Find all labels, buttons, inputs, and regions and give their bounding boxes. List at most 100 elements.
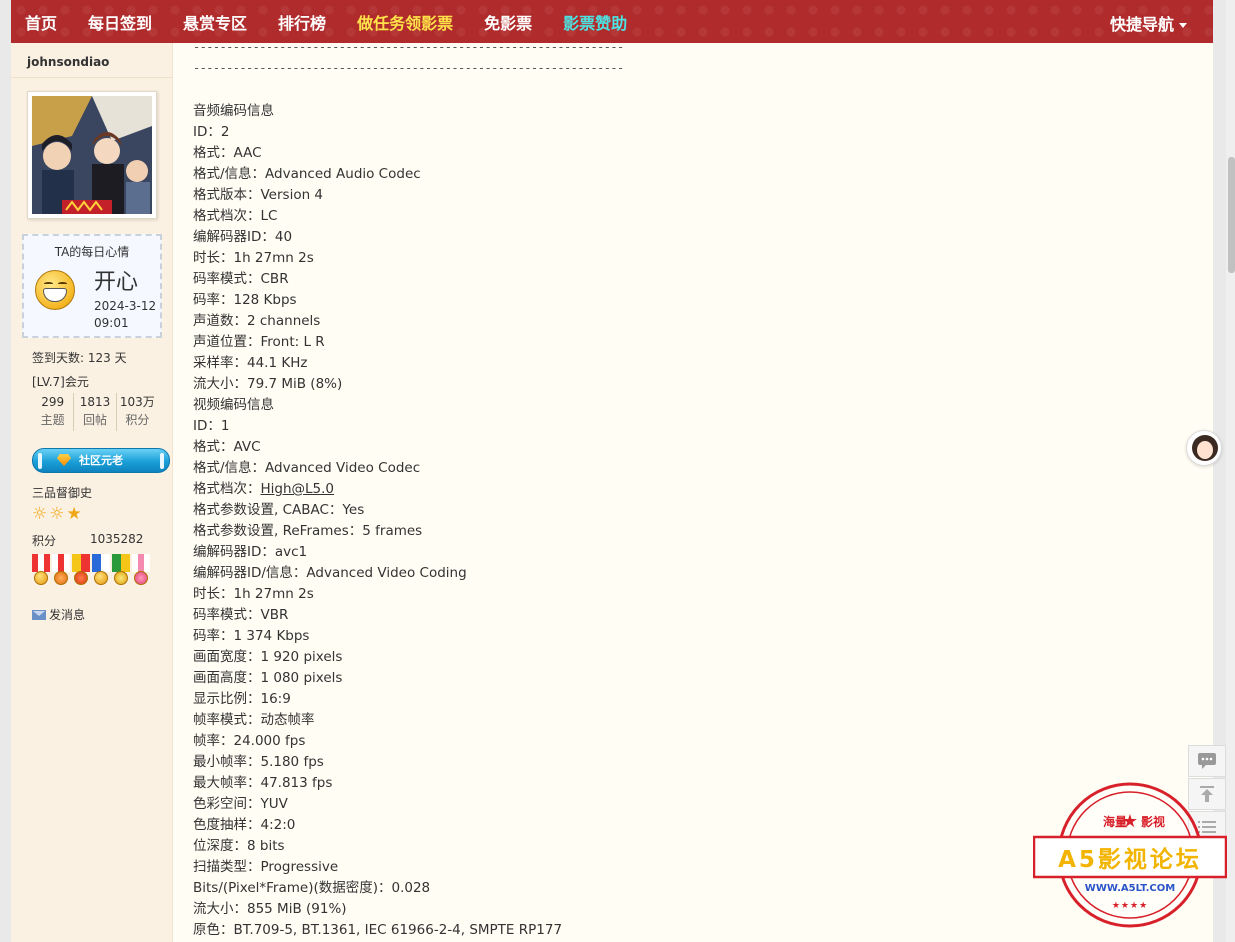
media-info-text: ID：1 [193,418,230,434]
media-info-text: 码率：128 Kbps [193,292,297,308]
media-info-line: 声道数：2 channels [193,309,320,329]
avatar-image [32,96,152,214]
envelope-icon [32,609,46,620]
count-label: 积分 [125,413,150,427]
medal-icon[interactable] [52,554,70,590]
media-info-line: 时长：1h 27mn 2s [193,582,314,602]
badge-cap-left [38,453,42,469]
media-info-text: 流大小：855 MiB (91%) [193,901,347,917]
scrollbar-track[interactable] [1226,0,1235,942]
media-info-line: Bits/(Pixel*Frame)(数据密度)：0.028 [193,876,430,896]
support-avatar-button[interactable] [1186,430,1222,466]
media-info-text: 色度抽样：4:2:0 [193,817,296,833]
media-info-text: 声道数：2 channels [193,313,321,329]
star-icon: ★ [1122,811,1138,832]
badge-label: 社区元老 [79,454,123,467]
media-info-line: 色度抽样：4:2:0 [193,813,295,833]
sun-icon: ☼ [49,504,67,524]
stamp-bottom-stars: ★★★★ [1112,901,1148,911]
separator-line: ----------------------------------------… [193,61,623,75]
nav-home[interactable]: 首页 [25,10,57,34]
quick-nav-button[interactable]: 快捷导航 [1110,11,1187,35]
nav-bounty[interactable]: 悬赏专区 [183,10,247,34]
media-info-line: 采样率：44.1 KHz [193,351,307,371]
nav-sponsor[interactable]: 影票赞助 [563,10,627,34]
media-info-text: 原色：BT.709-5, BT.1361, IEC 61966-2-4, SMP… [193,922,563,938]
media-info-line: 流大小：79.7 MiB (8%) [193,372,342,392]
media-info-line: 编解码器ID/信息：Advanced Video Coding [193,561,467,581]
medal-list [32,554,150,590]
stamp-top-right: 影视 [1141,814,1165,829]
media-info-text: 码率：1 374 Kbps [193,628,310,644]
media-info-text: 编解码器ID/信息：Advanced Video Coding [193,565,467,581]
media-info-line: ID：1 [193,414,229,434]
score-row: 积分 1035282 [32,532,143,549]
media-info-text: ID：2 [193,124,230,140]
media-info-text: 码率模式：VBR [193,607,289,623]
diamond-icon [57,454,71,466]
nav-free-tickets[interactable]: 免影票 [484,10,532,34]
veteran-badge: 社区元老 [32,448,170,473]
media-info-line: 格式/信息：Advanced Video Codec [193,456,420,476]
media-info-text: 时长：1h 27mn 2s [193,250,314,266]
media-info-text: 最大帧率：47.813 fps [193,775,333,791]
medal-icon[interactable] [32,554,50,590]
medal-icon[interactable] [112,554,130,590]
score-label: 积分 [32,534,57,548]
stamp-name: A5影视论坛 [1058,846,1202,873]
media-info-line: 帧率：24.000 fps [193,729,305,749]
media-info-text: 采样率：44.1 KHz [193,355,308,371]
media-info-text: 视频编码信息 [193,397,274,413]
media-info-text: Bits/(Pixel*Frame)(数据密度)：0.028 [193,880,431,896]
media-info-text: 格式参数设置, CABAC：Yes [193,502,365,518]
media-info-text: 位深度：8 bits [193,838,285,854]
send-message-label: 发消息 [49,608,86,622]
media-info-line: 音频编码信息 [193,99,274,119]
send-message-button[interactable]: 发消息 [32,606,85,623]
daily-mood-box: TA的每日心情 开心 2024-3-12 09:01 [22,234,162,338]
count-number: 103万 [119,395,155,409]
score-value: 1035282 [90,532,144,546]
avatar-illustration [32,96,152,214]
nav-daily-signin[interactable]: 每日签到 [88,10,152,34]
count-label: 回帖 [82,413,107,427]
eye-right [58,282,67,285]
top-nav: 首页 每日签到 悬赏专区 排行榜 做任务领影票 免影票 影票赞助 快捷导航 [11,0,1213,43]
eye-left [44,282,53,285]
scrollbar-thumb[interactable] [1228,157,1235,273]
medal-icon[interactable] [92,554,110,590]
divider [11,77,173,78]
media-info-line: 码率：128 Kbps [193,288,297,308]
media-info-text: 格式/信息：Advanced Video Codec [193,460,421,476]
media-info-line: 格式：AAC [193,141,262,161]
comment-icon[interactable] [1188,745,1226,777]
author-name[interactable]: johnsondiao [27,55,109,69]
media-info-line: 格式档次：LC [193,204,277,224]
nav-tasks[interactable]: 做任务领影票 [357,10,453,34]
profile-link[interactable]: High@L5.0 [261,481,335,497]
media-info-line: 编解码器ID：avc1 [193,540,307,560]
user-level[interactable]: [LV.7]会元 [32,373,89,390]
count-points[interactable]: 103万 积分 [117,393,158,431]
media-info-text: 扫描类型：Progressive [193,859,339,875]
media-info-line: 格式版本：Version 4 [193,183,323,203]
count-replies[interactable]: 1813 回帖 [74,393,117,431]
count-threads[interactable]: 299 主题 [32,393,75,431]
media-info-text: 音频编码信息 [193,103,274,119]
nav-leaderboard[interactable]: 排行榜 [278,10,326,34]
media-info-line: 码率模式：VBR [193,603,288,623]
media-info-line: 色彩空间：YUV [193,792,288,812]
user-counts: 299 主题 1813 回帖 103万 积分 [32,393,158,431]
media-info-text: 帧率模式：动态帧率 [193,712,315,728]
media-info-line: 码率：1 374 Kbps [193,624,309,644]
medal-icon[interactable] [132,554,150,590]
media-info-text: 显示比例：16:9 [193,691,291,707]
count-number: 299 [41,395,65,409]
avatar[interactable] [27,91,157,219]
media-info-line: ID：2 [193,120,229,140]
mood-date: 2024-3-12 09:01 [94,299,157,330]
count-number: 1813 [79,395,111,409]
medal-icon[interactable] [72,554,90,590]
signin-days: 签到天数: 123 天 [32,351,127,365]
media-info-line: 最大帧率：47.813 fps [193,771,332,791]
